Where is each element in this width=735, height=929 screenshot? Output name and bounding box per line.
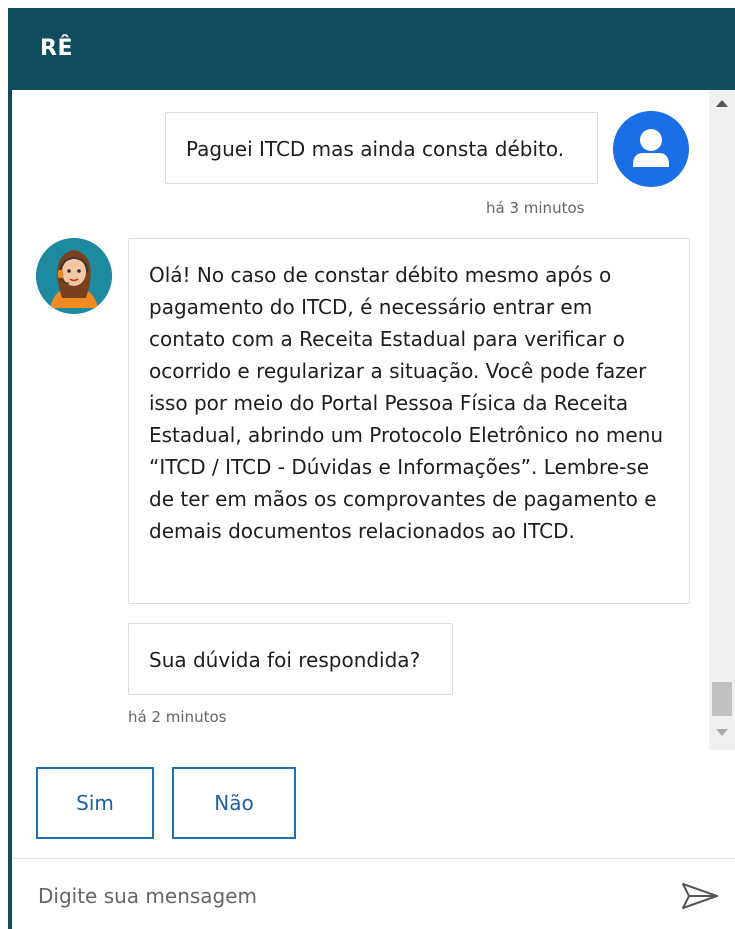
chat-title: RÊ [40,36,73,61]
user-message-timestamp: há 3 minutos [486,199,585,217]
scrollbar-thumb[interactable] [712,682,732,716]
user-message-text: Paguei ITCD mas ainda consta débito. [186,137,565,161]
chat-header: RÊ [0,0,735,90]
bot-message-text: Olá! No caso de constar débito mesmo apó… [149,263,664,543]
scroll-up-icon[interactable] [716,100,728,107]
no-button[interactable]: Não [172,767,296,839]
user-message: Paguei ITCD mas ainda consta débito. [165,112,598,184]
message-composer [12,859,735,929]
scroll-down-icon[interactable] [716,729,728,736]
window-border [0,0,12,929]
message-list[interactable]: Paguei ITCD mas ainda consta débito. há … [12,90,709,750]
bot-message-timestamp: há 2 minutos [128,708,227,726]
send-icon[interactable] [680,881,720,911]
bot-question: Sua dúvida foi respondida? [128,623,453,695]
bot-question-text: Sua dúvida foi respondida? [149,648,421,672]
chat-scrollbar[interactable] [709,90,735,750]
bot-avatar-icon [36,238,112,314]
quick-replies: Sim Não [12,750,735,858]
chat-window: RÊ Paguei ITCD mas ainda consta débito. … [0,0,735,929]
bot-message: Olá! No caso de constar débito mesmo apó… [128,238,690,604]
yes-button[interactable]: Sim [36,767,154,839]
message-input[interactable] [36,877,660,915]
user-avatar-icon [613,111,689,187]
